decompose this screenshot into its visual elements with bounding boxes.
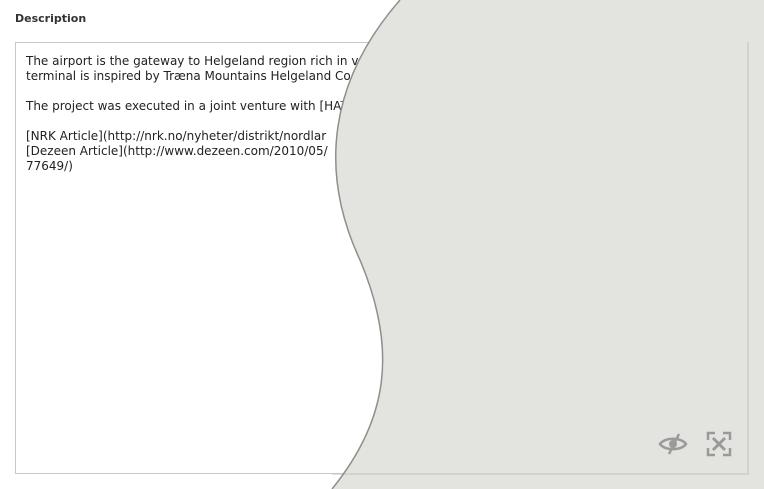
architect-link[interactable]: TIC Architects bbox=[340, 99, 423, 113]
editor-paragraph: The airport is the gateway to Helgeland … bbox=[26, 54, 698, 83]
fullscreen-toggle-button[interactable] bbox=[704, 429, 734, 459]
editor-text-run: The project was executed in a joint vent… bbox=[26, 99, 341, 113]
editor-paragraph: The project was executed in a joint vent… bbox=[26, 99, 735, 114]
description-editor[interactable]: The airport is the gateway to Helgeland … bbox=[15, 42, 748, 474]
nrk-article-line: [NRK Article](http://nrk.no/nyheter/dist… bbox=[26, 129, 327, 143]
field-label: Description bbox=[15, 12, 87, 25]
expand-icon bbox=[706, 431, 732, 457]
editor-paragraph: [NRK Article](http://nrk.no/nyheter/dist… bbox=[26, 129, 735, 174]
description-field-screen: Description The airport is the gateway t… bbox=[0, 0, 764, 489]
dezeen-article-line-cont: 77649/) bbox=[26, 159, 73, 173]
dezeen-article-line: [Dezeen Article](http://www.dezeen.com/2… bbox=[26, 144, 328, 158]
preview-toggle-button[interactable] bbox=[658, 429, 688, 459]
eye-slash-icon bbox=[658, 433, 688, 455]
editor-content[interactable]: The airport is the gateway to Helgeland … bbox=[26, 54, 735, 174]
